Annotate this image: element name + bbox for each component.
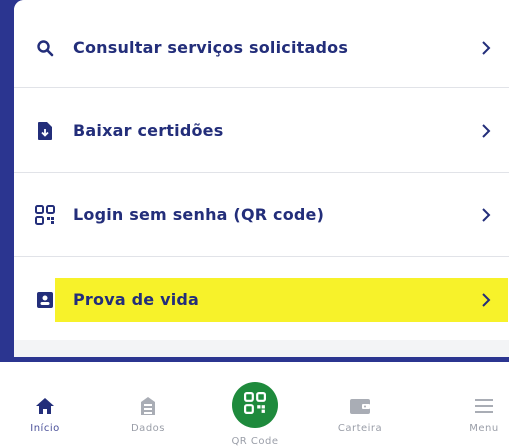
nav-label: Carteira	[337, 423, 383, 434]
nav-label: Dados	[130, 423, 165, 434]
nav-label: Menu	[469, 423, 499, 434]
chevron-right-icon	[480, 122, 492, 140]
menu-item-prova-de-vida[interactable]: Prova de vida	[14, 257, 509, 342]
chevron-right-icon	[480, 291, 492, 309]
menu-item-label: Consultar serviços solicitados	[73, 38, 349, 57]
nav-item-carteira[interactable]: Carteira	[320, 362, 400, 447]
building-icon	[137, 395, 159, 417]
id-badge-icon	[34, 289, 56, 311]
menu-item-login-sem-senha[interactable]: Login sem senha (QR code)	[14, 172, 509, 257]
menu-item-consultar-servicos[interactable]: Consultar serviços solicitados	[14, 5, 509, 90]
home-icon	[34, 395, 56, 417]
nav-label: Início	[30, 423, 60, 434]
qr-code-button[interactable]	[232, 382, 278, 428]
nav-item-dados[interactable]: Dados	[108, 362, 188, 447]
qr-code-icon	[34, 204, 56, 226]
search-icon	[34, 37, 56, 59]
chevron-right-icon	[480, 206, 492, 224]
menu-item-label: Baixar certidões	[73, 121, 224, 140]
qr-code-icon	[244, 392, 266, 418]
menu-icon	[473, 395, 495, 417]
nav-item-inicio[interactable]: Início	[5, 362, 85, 447]
wallet-icon	[349, 395, 371, 417]
menu-item-baixar-certidoes[interactable]: Baixar certidões	[14, 88, 509, 173]
nav-item-menu[interactable]: Menu	[444, 362, 509, 447]
nav-label: QR Code	[231, 436, 279, 447]
chevron-right-icon	[480, 39, 492, 57]
menu-card: Consultar serviços solicitados Baixar ce…	[14, 0, 509, 340]
document-icon	[34, 120, 56, 142]
menu-item-label: Login sem senha (QR code)	[73, 205, 325, 224]
menu-item-label: Prova de vida	[73, 290, 200, 309]
